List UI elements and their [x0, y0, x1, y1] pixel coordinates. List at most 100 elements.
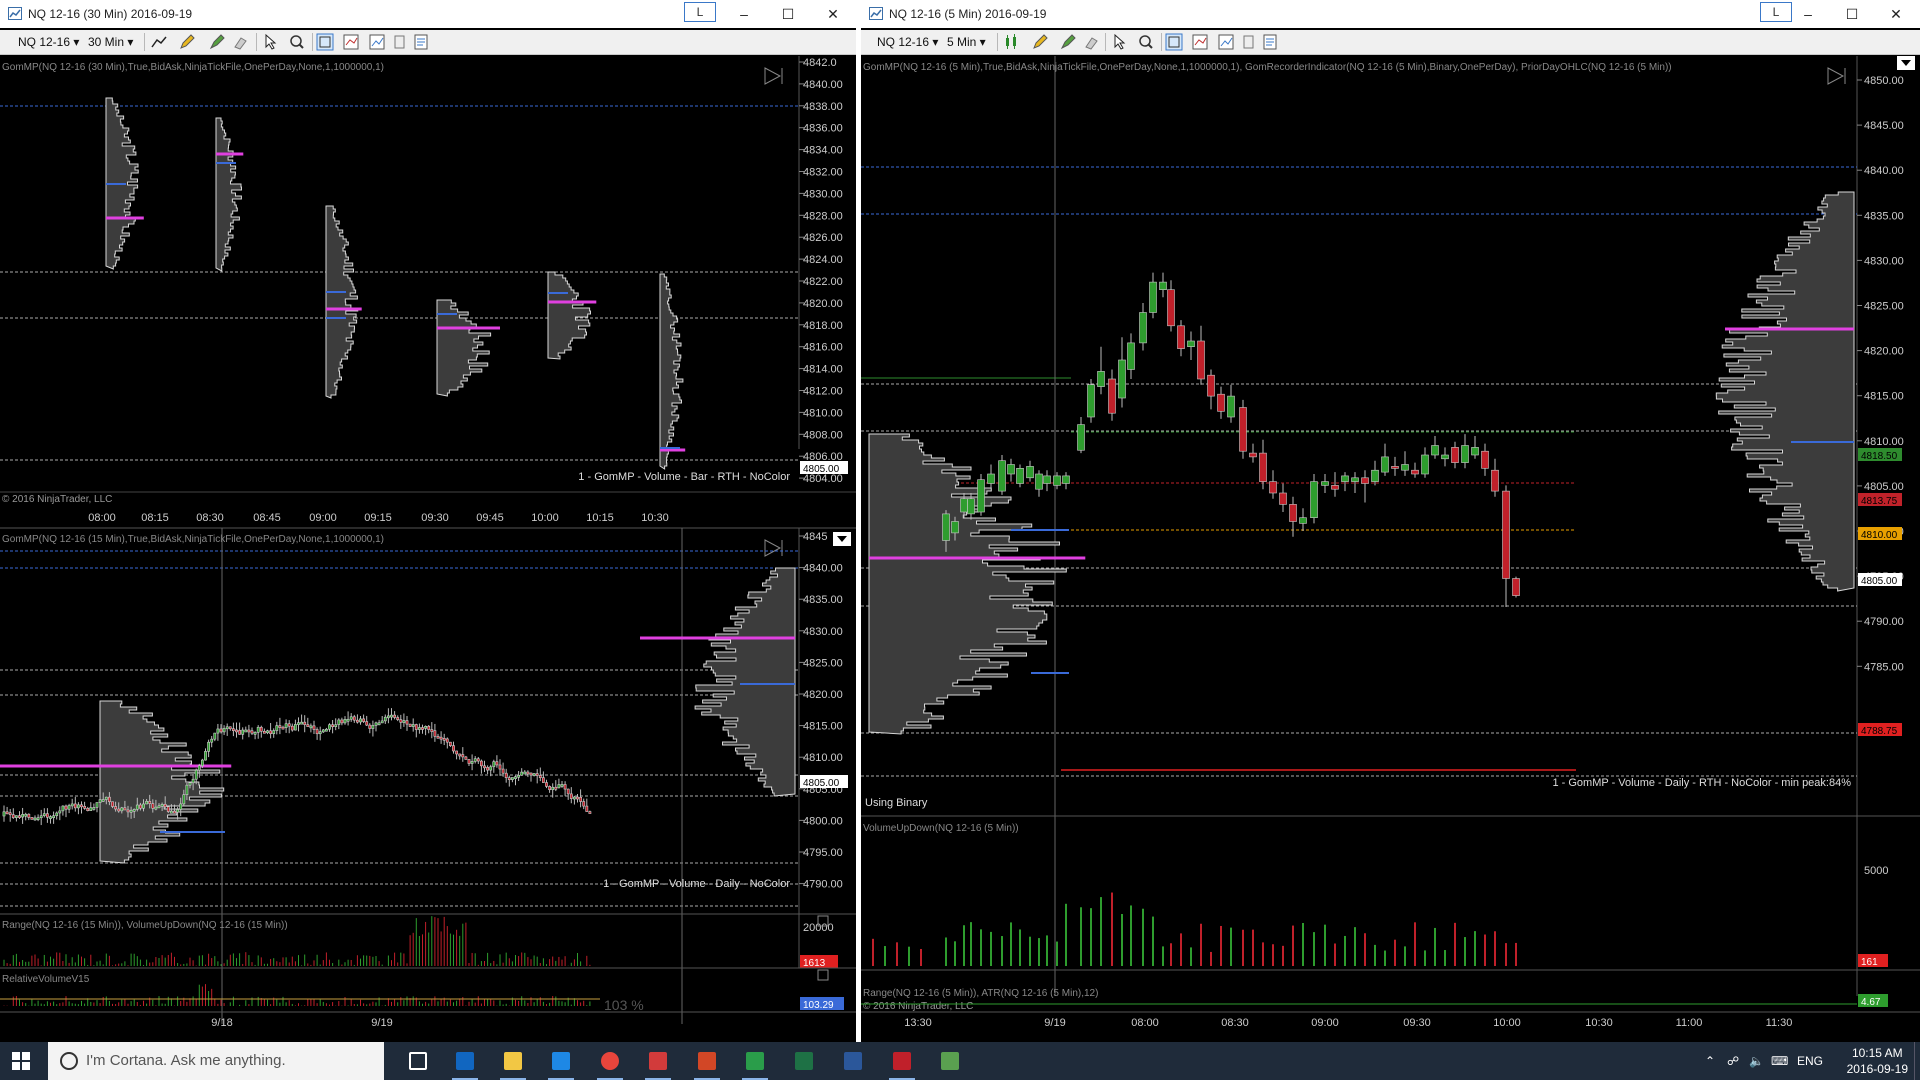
excel-icon[interactable] [789, 1046, 819, 1076]
zoom-icon[interactable] [1137, 33, 1155, 51]
chart-area-5min[interactable]: GomMP(NQ 12-16 (5 Min),True,BidAsk,Ninja… [861, 56, 1920, 1042]
strategies-icon[interactable] [368, 33, 386, 51]
ninjatrader-icon[interactable] [643, 1046, 673, 1080]
candle-body [173, 810, 176, 814]
indicator-marker: 4.67 [1861, 997, 1881, 1008]
candle-body [297, 722, 300, 725]
cortana-search-box[interactable]: I'm Cortana. Ask me anything. [48, 1042, 384, 1080]
interval-label: 30 Min [88, 35, 125, 49]
interval-selector[interactable]: 30 Min ▾ [88, 33, 133, 51]
strategies-icon[interactable] [1217, 33, 1235, 51]
candle-body [1097, 371, 1105, 387]
close-button[interactable]: ✕ [1881, 4, 1911, 24]
candle-body [256, 726, 260, 733]
candle-body [148, 801, 152, 804]
clock[interactable]: 10:15 AM 2016-09-19 [1847, 1045, 1908, 1077]
pencil-icon[interactable] [1031, 33, 1049, 51]
interval-selector[interactable]: 5 Min ▾ [947, 33, 986, 51]
instrument-selector[interactable]: NQ 12-16 ▾ [877, 33, 938, 51]
x-tick-label: 09:00 [1311, 1017, 1339, 1029]
candle-body [1289, 504, 1297, 522]
candle-body [572, 796, 576, 800]
title-bar[interactable]: NQ 12-16 (5 Min) 2016-09-19 L – ☐ ✕ [861, 0, 1920, 28]
cursor-icon[interactable] [1111, 33, 1129, 51]
candlestick-style-icon[interactable] [1003, 33, 1021, 51]
candle-body [588, 811, 592, 814]
zoom-icon[interactable] [288, 33, 306, 51]
y-tick-label: 4785.00 [1864, 661, 1904, 673]
eraser-icon[interactable] [232, 33, 250, 51]
candle-body [262, 730, 266, 734]
maximize-button[interactable]: ☐ [773, 4, 803, 24]
x-tick-label: 9/19 [1044, 1017, 1065, 1029]
cursor-icon[interactable] [262, 33, 280, 51]
window-title: NQ 12-16 (5 Min) 2016-09-19 [889, 7, 1047, 21]
chart-area-30min[interactable]: GomMP(NQ 12-16 (30 Min),True,BidAsk,Ninj… [0, 56, 856, 1042]
line-drawing-icon[interactable] [150, 33, 168, 51]
close-button[interactable]: ✕ [818, 4, 848, 24]
candle-body [526, 771, 530, 775]
app-icon[interactable] [935, 1046, 965, 1076]
candle-body [349, 716, 353, 720]
candle-body [284, 723, 288, 728]
keyboard-icon[interactable]: ⌨ [1771, 1042, 1788, 1080]
show-desktop-button[interactable] [1914, 1042, 1920, 1080]
candle-body [582, 801, 586, 807]
instrument-selector[interactable]: NQ 12-16 ▾ [18, 33, 79, 51]
candle-body [151, 803, 155, 809]
minimize-button[interactable]: – [729, 4, 759, 24]
edge-icon[interactable] [546, 1046, 576, 1080]
powerpoint-icon[interactable] [692, 1046, 722, 1080]
global-drawing-icon[interactable] [208, 33, 226, 51]
candle-body [529, 772, 533, 776]
minimize-button[interactable]: – [1793, 4, 1823, 24]
candle-body [987, 473, 995, 484]
candle-body [275, 725, 279, 731]
candle-body [517, 775, 521, 778]
chart-window-5min[interactable]: NQ 12-16 (5 Min) 2016-09-19 L – ☐ ✕ NQ 1… [861, 0, 1920, 1042]
link-button[interactable]: L [1760, 2, 1792, 22]
network-icon[interactable]: ☍ [1727, 1042, 1739, 1080]
candle-body [1441, 454, 1449, 460]
candle-body [126, 809, 130, 813]
candle-body [352, 716, 356, 721]
chevron-up-icon[interactable]: ⌃ [1705, 1042, 1715, 1080]
candle-body [569, 793, 573, 799]
properties-icon[interactable] [1261, 33, 1279, 51]
status-text: Using Binary [865, 797, 928, 809]
language-indicator[interactable]: ENG [1797, 1042, 1823, 1080]
file-explorer-icon[interactable] [498, 1046, 528, 1080]
maximize-button[interactable]: ☐ [1837, 4, 1867, 24]
indicator-marker: 103.29 [803, 1000, 834, 1011]
candle-body [1411, 469, 1419, 475]
indicators-icon[interactable] [342, 33, 360, 51]
y-tick-label: 4835.00 [1864, 210, 1904, 222]
candle-body [1481, 450, 1489, 469]
link-button[interactable]: L [684, 2, 716, 22]
acrobat-icon[interactable] [887, 1046, 917, 1080]
eraser-icon[interactable] [1083, 33, 1101, 51]
data-box-icon[interactable] [1165, 33, 1183, 51]
data-box-icon[interactable] [316, 33, 334, 51]
panel-footer: 1 - GomMP - Volume - Daily - NoColor [603, 878, 790, 890]
indicators-icon[interactable] [1191, 33, 1209, 51]
candle-body [39, 815, 43, 819]
pencil-icon[interactable] [178, 33, 196, 51]
properties-icon[interactable] [412, 33, 430, 51]
candle-body [244, 729, 248, 733]
speaker-icon[interactable]: 🔈 [1749, 1042, 1764, 1080]
tws-icon[interactable] [740, 1046, 770, 1080]
copy-icon[interactable] [1239, 33, 1257, 51]
copy-icon[interactable] [390, 33, 408, 51]
powerpoint-icon-glyph [698, 1052, 716, 1070]
chrome-icon[interactable] [595, 1046, 625, 1080]
word-icon[interactable] [838, 1046, 868, 1076]
task-view-icon[interactable] [403, 1046, 433, 1076]
title-bar[interactable]: NQ 12-16 (30 Min) 2016-09-19 L – ☐ ✕ [0, 0, 856, 28]
outlook-icon[interactable] [450, 1046, 480, 1080]
chart-window-30min[interactable]: NQ 12-16 (30 Min) 2016-09-19 L – ☐ ✕ NQ … [0, 0, 856, 1042]
candle-body [70, 803, 74, 807]
windows-start-icon[interactable] [12, 1052, 30, 1070]
y-tick-label: 4812.00 [803, 386, 843, 398]
global-drawing-icon[interactable] [1059, 33, 1077, 51]
